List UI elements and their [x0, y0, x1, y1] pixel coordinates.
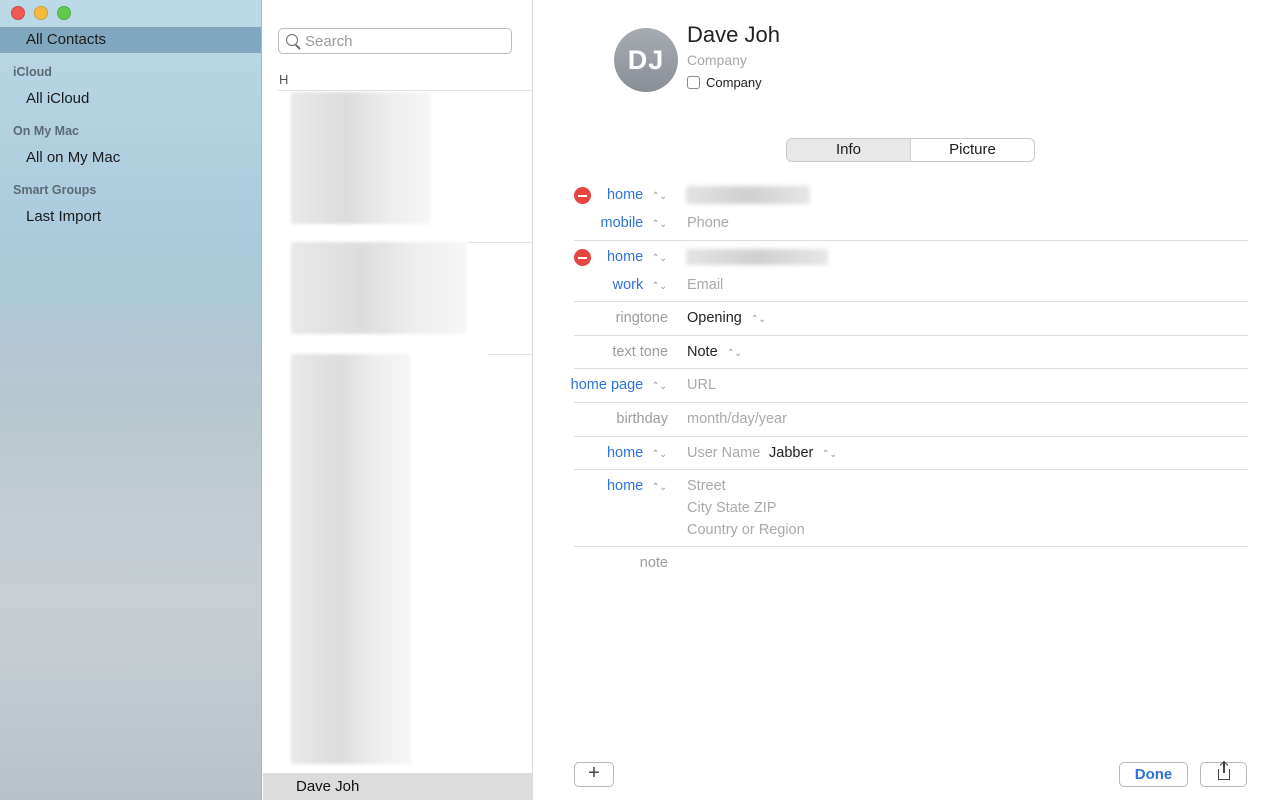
- home-page-row: home page ⌃⌄ URL: [571, 377, 1248, 397]
- blurred-contact-group[interactable]: [291, 242, 467, 334]
- company-checkbox-label: Company: [706, 75, 762, 90]
- street-input[interactable]: Street: [687, 478, 726, 494]
- sidebar-item-last-import[interactable]: Last Import: [0, 204, 261, 230]
- text-tone-label: text tone: [612, 344, 668, 360]
- search-field[interactable]: [278, 28, 512, 54]
- note-row: note: [574, 555, 1248, 575]
- divider: [574, 301, 1248, 302]
- updown-chevron-icon: ⌃⌄: [652, 191, 668, 202]
- section-divider: [488, 354, 533, 355]
- sidebar-header-on-my-mac: On My Mac: [13, 124, 79, 138]
- im-label[interactable]: home ⌃⌄: [607, 445, 668, 461]
- phone-section: home ⌃⌄ mobile ⌃⌄ Phone: [574, 186, 1248, 240]
- address-section: home ⌃⌄ Street City State ZIP Country or …: [574, 478, 1248, 544]
- phone-input[interactable]: Phone: [687, 215, 729, 231]
- birthday-label: birthday: [616, 411, 668, 427]
- divider: [574, 402, 1248, 403]
- email-value-blurred[interactable]: [686, 249, 828, 265]
- blurred-contact-group[interactable]: [291, 92, 431, 224]
- done-button[interactable]: Done: [1119, 762, 1188, 787]
- search-input[interactable]: [305, 31, 505, 51]
- birthday-input[interactable]: month/day/year: [687, 411, 787, 427]
- sidebar-item-all-on-my-mac[interactable]: All on My Mac: [0, 145, 261, 171]
- email-label-work[interactable]: work ⌃⌄: [613, 277, 668, 293]
- updown-chevron-icon: ⌃⌄: [652, 449, 668, 460]
- minimize-window-button[interactable]: [34, 6, 48, 20]
- phone-value-blurred[interactable]: [686, 186, 810, 204]
- im-username-input[interactable]: User Name: [687, 445, 760, 461]
- im-row: home ⌃⌄ User Name Jabber ⌃⌄: [574, 445, 1248, 465]
- divider: [574, 546, 1248, 547]
- email-input[interactable]: Email: [687, 277, 723, 293]
- updown-chevron-icon: ⌃⌄: [652, 482, 668, 493]
- updown-chevron-icon: ⌃⌄: [750, 314, 766, 325]
- city-state-zip-input[interactable]: City State ZIP: [687, 500, 776, 516]
- avatar[interactable]: DJ: [614, 28, 678, 92]
- updown-chevron-icon: ⌃⌄: [652, 219, 668, 230]
- contact-list: H Dave Joh: [263, 0, 533, 800]
- divider: [574, 469, 1248, 470]
- phone-label-home[interactable]: home ⌃⌄: [607, 187, 668, 203]
- phone-label-mobile[interactable]: mobile ⌃⌄: [601, 215, 668, 231]
- birthday-row: birthday month/day/year: [574, 411, 1248, 431]
- divider: [574, 368, 1248, 369]
- divider: [574, 436, 1248, 437]
- company-field[interactable]: Company: [687, 52, 747, 68]
- section-divider: [468, 242, 533, 243]
- ringtone-label: ringtone: [615, 310, 668, 326]
- section-header-letter: H: [279, 72, 289, 87]
- share-button[interactable]: [1200, 762, 1247, 787]
- contact-name[interactable]: Dave Joh: [687, 22, 780, 48]
- address-label[interactable]: home ⌃⌄: [607, 478, 668, 494]
- updown-chevron-icon: ⌃⌄: [822, 449, 838, 460]
- updown-chevron-icon: ⌃⌄: [726, 348, 742, 359]
- url-input[interactable]: URL: [687, 377, 716, 393]
- sidebar-item-all-contacts[interactable]: All Contacts: [0, 27, 261, 53]
- email-section: home ⌃⌄ work ⌃⌄ Email: [574, 248, 1248, 302]
- text-tone-row: text tone Note ⌃⌄: [574, 344, 1248, 364]
- ringtone-popup[interactable]: Opening ⌃⌄: [687, 310, 767, 326]
- company-checkbox-row[interactable]: Company: [687, 75, 762, 90]
- contact-detail: DJ Dave Joh Company Company Info Picture…: [534, 0, 1288, 800]
- country-input[interactable]: Country or Region: [687, 522, 805, 538]
- sidebar: All Contacts iCloud All iCloud On My Mac…: [0, 0, 262, 800]
- delete-email-button[interactable]: [574, 249, 591, 266]
- company-checkbox[interactable]: [687, 76, 700, 89]
- add-field-button[interactable]: +: [574, 762, 614, 787]
- zoom-window-button[interactable]: [57, 6, 71, 20]
- section-divider: [278, 90, 533, 91]
- blurred-contact-group[interactable]: [291, 354, 411, 764]
- search-icon: [286, 34, 298, 46]
- updown-chevron-icon: ⌃⌄: [652, 381, 668, 392]
- divider: [574, 335, 1248, 336]
- home-page-label[interactable]: home page ⌃⌄: [571, 377, 668, 393]
- sidebar-item-all-icloud[interactable]: All iCloud: [0, 86, 261, 112]
- email-label-home[interactable]: home ⌃⌄: [607, 249, 668, 265]
- updown-chevron-icon: ⌃⌄: [652, 281, 668, 292]
- divider: [574, 240, 1248, 241]
- sidebar-header-icloud: iCloud: [13, 65, 52, 79]
- tab-picture[interactable]: Picture: [911, 139, 1034, 161]
- im-service-popup[interactable]: Jabber ⌃⌄: [769, 445, 838, 461]
- close-window-button[interactable]: [11, 6, 25, 20]
- note-label: note: [639, 555, 668, 571]
- sidebar-header-smart-groups: Smart Groups: [13, 183, 97, 197]
- info-picture-tabs: Info Picture: [786, 138, 1035, 162]
- text-tone-popup[interactable]: Note ⌃⌄: [687, 344, 742, 360]
- tab-info[interactable]: Info: [787, 139, 911, 161]
- share-icon: [1218, 762, 1230, 780]
- window-controls: [11, 6, 71, 20]
- ringtone-row: ringtone Opening ⌃⌄: [574, 310, 1248, 330]
- contact-row-selected[interactable]: Dave Joh: [263, 773, 533, 800]
- delete-phone-button[interactable]: [574, 187, 591, 204]
- updown-chevron-icon: ⌃⌄: [652, 253, 668, 264]
